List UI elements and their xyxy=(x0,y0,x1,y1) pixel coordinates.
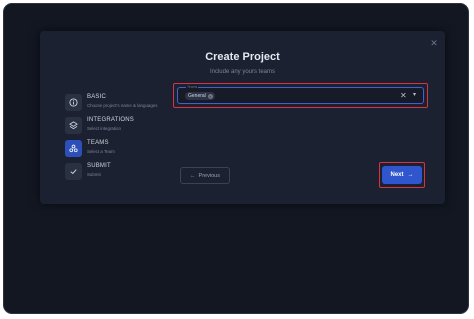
chevron-down-icon[interactable]: ▾ xyxy=(413,91,416,100)
check-icon xyxy=(65,163,82,180)
step-label: INTEGRATIONS xyxy=(87,117,134,123)
step-label: BASIC xyxy=(87,94,107,100)
next-button[interactable]: Next → xyxy=(382,166,422,184)
chip-label: General xyxy=(188,93,206,99)
close-icon[interactable]: ✕ xyxy=(428,37,440,49)
info-icon xyxy=(65,94,82,111)
step-label: SUBMIT xyxy=(87,163,111,169)
step-description: Select integration xyxy=(87,126,121,131)
team-select[interactable]: General × ✕ ▾ xyxy=(177,87,424,104)
team-icon xyxy=(65,140,82,157)
previous-label: Previous xyxy=(198,172,220,179)
chip-remove-icon[interactable]: × xyxy=(207,93,213,99)
clear-icon[interactable]: ✕ xyxy=(400,91,407,100)
step-label: TEAMS xyxy=(87,140,109,146)
team-chip-general[interactable]: General × xyxy=(185,92,215,100)
step-submit[interactable]: SUBMIT Submit xyxy=(65,163,195,181)
previous-button[interactable]: ← Previous xyxy=(180,167,230,184)
step-description: Submit xyxy=(87,172,101,177)
step-description: Select a Team xyxy=(87,149,115,154)
arrow-left-icon: ← xyxy=(190,172,196,179)
arrow-right-icon: → xyxy=(407,172,414,178)
team-select-legend: Teams xyxy=(186,85,199,89)
next-label: Next xyxy=(390,172,404,178)
step-teams[interactable]: TEAMS Select a Team xyxy=(65,140,195,158)
step-description: Choose project's name & languages xyxy=(87,103,158,108)
modal-subtitle: Include any yours teams xyxy=(209,69,276,75)
layers-icon xyxy=(65,117,82,134)
modal-title: Create Project xyxy=(205,51,280,63)
step-integrations[interactable]: INTEGRATIONS Select integration xyxy=(65,117,195,135)
app-frame: ✕ Create Project Include any yours teams… xyxy=(3,3,469,314)
create-project-modal: ✕ Create Project Include any yours teams… xyxy=(40,31,445,204)
